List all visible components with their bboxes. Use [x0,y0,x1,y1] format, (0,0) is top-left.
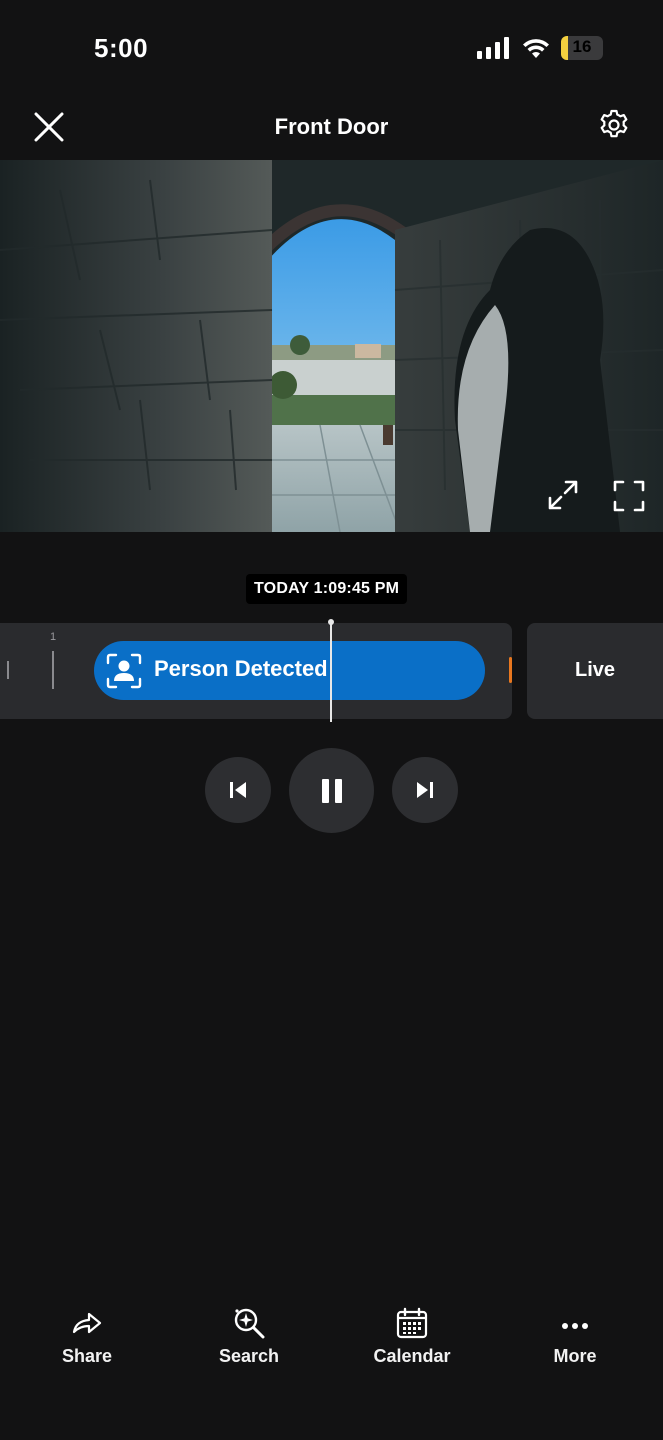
search-button[interactable]: Search [189,1300,309,1367]
cellular-signal-icon [477,37,509,59]
more-button[interactable]: More [515,1300,635,1367]
next-event-button[interactable] [392,757,458,823]
skip-next-icon [417,782,433,798]
fullscreen-button[interactable] [612,479,646,513]
status-bar: 5:00 16 [0,0,663,96]
header: Front Door [0,96,663,160]
gear-icon [600,109,628,138]
share-label: Share [61,1346,113,1366]
more-icon [562,1323,588,1329]
battery-level: 16 [572,37,592,56]
expand-button[interactable] [545,477,581,513]
status-time: 5:00 [94,33,149,63]
pause-icon [321,778,342,803]
fullscreen-icon [613,480,645,512]
search-label: Search [218,1346,280,1366]
live-label: Live [574,659,616,681]
battery-icon: 16 [561,36,603,60]
bottom-toolbar: Share Search Calendar More [0,1300,663,1390]
page-title: Front Door [274,114,389,139]
timeline-tick-label: 1 [50,631,57,643]
timeline-playhead[interactable] [330,620,332,722]
event-label: Person Detected [154,656,328,681]
skip-previous-icon [230,782,246,798]
more-label: More [553,1346,597,1366]
share-button[interactable]: Share [27,1300,147,1367]
calendar-label: Calendar [373,1346,451,1366]
playhead-cap [328,619,334,625]
event-timeline[interactable]: 1 Person Detected [0,623,512,719]
calendar-icon [396,1307,428,1339]
calendar-button[interactable]: Calendar [352,1300,472,1367]
search-sparkle-icon [234,1308,265,1339]
expand-icon [548,480,578,510]
timeline-tick [52,651,54,689]
event-marker[interactable] [509,657,512,683]
status-icons: 16 [477,36,603,60]
person-detected-event[interactable]: Person Detected [94,641,485,700]
wifi-icon [523,39,549,58]
person-icon [106,653,142,689]
settings-button[interactable] [597,108,631,142]
live-button[interactable]: Live [527,623,663,719]
timeline-tick [7,661,9,679]
pause-button[interactable] [289,748,374,833]
timeline-timestamp: TODAY 1:09:45 PM [246,574,408,604]
share-icon [72,1312,102,1334]
previous-event-button[interactable] [205,757,271,823]
